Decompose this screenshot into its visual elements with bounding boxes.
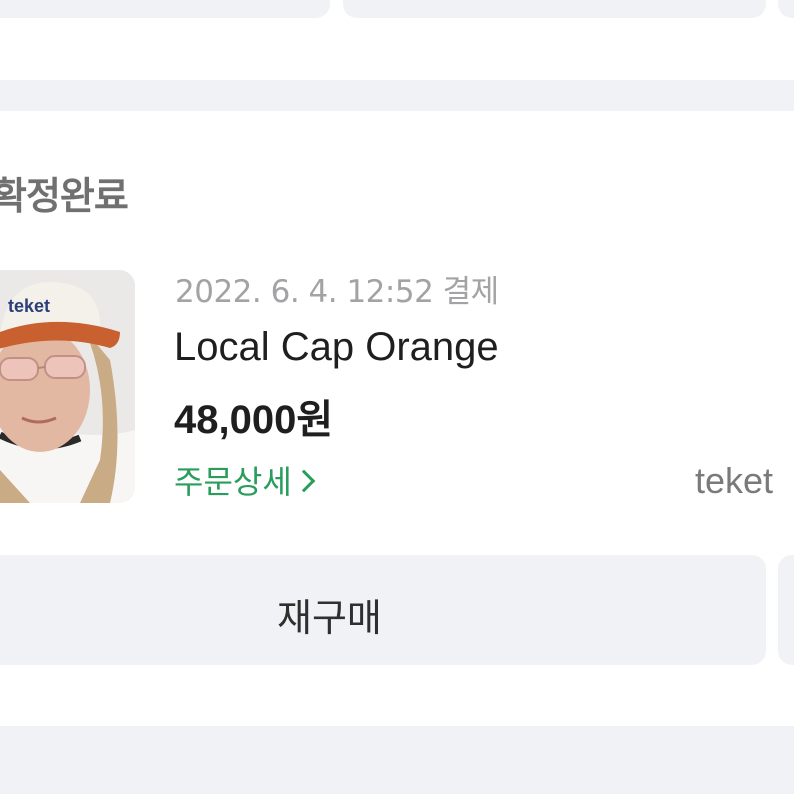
order-detail-link[interactable]: 주문상세 [174,457,316,503]
previous-card-button-left[interactable] [0,0,330,18]
cap-logo-text: teket [8,296,50,316]
previous-card-button-right[interactable] [343,0,766,18]
previous-card-button-far[interactable] [778,0,794,18]
seller-name[interactable]: teket [695,460,773,502]
order-status-title: 확정완료 [0,174,129,218]
order-date: 2022. 6. 4. 12:52 결제 [175,274,499,310]
order-history-screen: 확정완료 teket 2022. 6. 4. 12:52 결제 Local Ca… [0,0,794,794]
rebuy-button[interactable]: 재구매 [0,555,766,665]
product-photo-image: teket [0,270,135,503]
rebuy-button-label: 재구매 [277,596,382,640]
product-name[interactable]: Local Cap Orange [174,325,499,370]
secondary-action-button[interactable] [778,555,794,665]
chevron-right-icon [292,469,316,493]
section-divider [0,80,794,111]
product-thumbnail[interactable]: teket [0,270,135,503]
product-price: 48,000원 [174,398,334,442]
section-divider-bottom [0,726,794,794]
order-detail-label: 주문상세 [174,463,292,501]
